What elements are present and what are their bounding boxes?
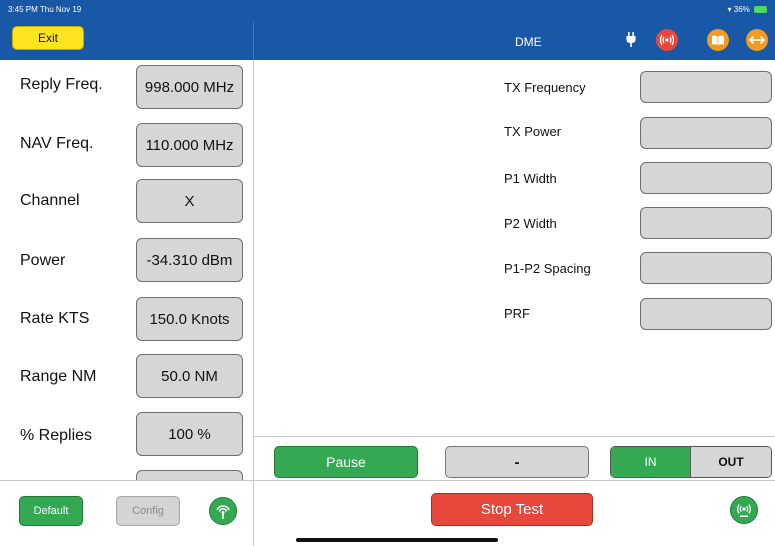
p1-p2-spacing-field [640, 252, 772, 284]
power-label: Power [20, 252, 66, 269]
wifi-icon: ▾ [727, 5, 732, 14]
p2-width-label: P2 Width [504, 216, 557, 231]
radio-tower-icon[interactable] [730, 496, 758, 524]
plug-icon [626, 32, 636, 47]
in-toggle-option[interactable]: IN [611, 447, 691, 477]
reply-freq-label: Reply Freq. [20, 76, 103, 93]
replies-percent-label: % Replies [20, 427, 93, 444]
home-indicator [296, 538, 498, 542]
stop-test-button[interactable]: Stop Test [431, 493, 593, 526]
nav-freq-field[interactable]: 110.000 MHz [136, 123, 243, 167]
header-divider [253, 22, 254, 60]
out-toggle-option[interactable]: OUT [691, 447, 771, 477]
bottom-action-bar: Stop Test [254, 480, 775, 546]
tx-power-label: TX Power [504, 124, 562, 139]
status-indicators: ▾ 36% [727, 5, 767, 14]
dash-button[interactable]: - [445, 446, 589, 478]
config-button[interactable]: Config [116, 496, 180, 526]
left-right-arrows-icon[interactable] [746, 29, 768, 51]
channel-label: Channel [20, 192, 80, 209]
exit-button[interactable]: Exit [12, 26, 84, 50]
battery-percent: 36% [733, 5, 750, 14]
p2-width-field [640, 207, 772, 239]
right-measurements-panel: TX Frequency TX Power P1 Width P2 Width … [254, 60, 775, 436]
tx-frequency-field [640, 71, 772, 103]
antenna-icon[interactable] [209, 497, 237, 525]
channel-field[interactable]: X [136, 179, 243, 223]
left-bottom-bar: Default Config [0, 480, 253, 546]
rate-kts-field[interactable]: 150.0 Knots [136, 297, 243, 341]
partial-row-field[interactable] [136, 470, 243, 480]
control-row: Pause - IN OUT [254, 436, 775, 480]
replies-percent-field[interactable]: 100 % [136, 412, 243, 456]
pause-button[interactable]: Pause [274, 446, 418, 478]
page-title: DME [515, 35, 542, 49]
range-nm-label: Range NM [20, 368, 97, 385]
nav-freq-label: NAV Freq. [20, 135, 94, 152]
range-nm-field[interactable]: 50.0 NM [136, 354, 243, 398]
in-out-toggle: IN OUT [610, 446, 772, 478]
prf-label: PRF [504, 306, 530, 321]
p1-p2-spacing-label: P1-P2 Spacing [504, 261, 591, 276]
prf-field [640, 298, 772, 330]
broadcast-signal-icon[interactable] [656, 29, 678, 51]
status-time: 3:45 PM Thu Nov 19 [8, 5, 82, 14]
p1-width-field [640, 162, 772, 194]
left-settings-panel: Reply Freq. 998.000 MHz NAV Freq. 110.00… [0, 60, 253, 480]
p1-width-label: P1 Width [504, 171, 557, 186]
rate-kts-label: Rate KTS [20, 310, 90, 327]
book-icon[interactable] [707, 29, 729, 51]
default-button[interactable]: Default [19, 496, 83, 526]
battery-icon [754, 6, 767, 13]
tx-frequency-label: TX Frequency [504, 80, 586, 95]
top-header-bar: 3:45 PM Thu Nov 19 ▾ 36% Exit DME [0, 0, 775, 60]
power-field[interactable]: -34.310 dBm [136, 238, 243, 282]
tx-power-field [640, 117, 772, 149]
reply-freq-field[interactable]: 998.000 MHz [136, 65, 243, 109]
